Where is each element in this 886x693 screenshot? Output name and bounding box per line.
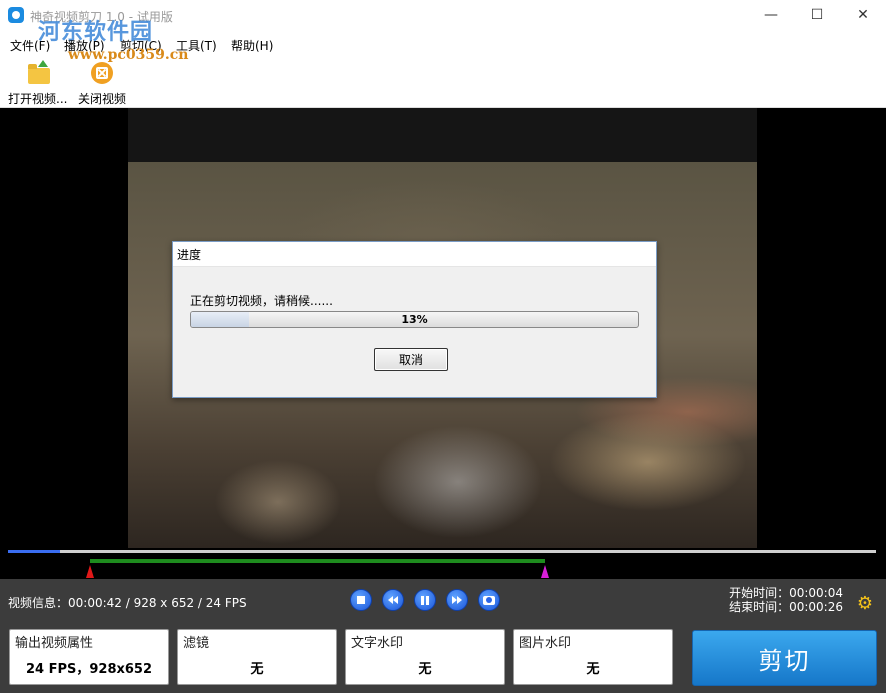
close-video-button[interactable]: 关闭视频	[78, 62, 126, 107]
open-video-label: 打开视频...	[8, 92, 68, 106]
pause-button[interactable]	[414, 589, 436, 611]
timeline[interactable]	[0, 548, 886, 579]
text-watermark-panel[interactable]: 文字水印 无	[345, 629, 505, 685]
stop-icon	[357, 596, 365, 604]
progress-dialog: 进度 正在剪切视频，请稍候...... 13% 取消	[172, 241, 657, 398]
rewind-button[interactable]	[382, 589, 404, 611]
cut-range-bar	[89, 559, 546, 563]
close-video-label: 关闭视频	[78, 92, 127, 106]
open-video-button[interactable]: 打开视频...	[8, 60, 68, 107]
output-properties-panel[interactable]: 输出视频属性 24 FPS，928x652	[9, 629, 169, 685]
fast-forward-icon	[452, 596, 462, 604]
image-watermark-panel[interactable]: 图片水印 无	[513, 629, 673, 685]
progress-bar: 13%	[190, 311, 639, 328]
start-time-label: 开始时间：	[729, 586, 790, 600]
close-button[interactable]: ✕	[840, 0, 886, 30]
panel-value: 无	[586, 662, 600, 677]
end-marker-handle[interactable]	[541, 565, 550, 578]
start-marker-handle[interactable]	[85, 565, 94, 578]
dialog-message: 正在剪切视频，请稍候......	[190, 294, 333, 308]
progress-label: 13%	[401, 313, 428, 326]
gear-icon[interactable]: ⚙	[856, 595, 874, 613]
cut-button[interactable]: 剪切	[692, 630, 877, 686]
maximize-button[interactable]: ☐	[794, 0, 840, 30]
dialog-title: 进度	[173, 242, 656, 267]
panel-title: 文字水印	[351, 636, 404, 651]
watermark-url: www.pc0359.cn	[68, 47, 189, 63]
menu-file[interactable]: 文件(F)	[10, 37, 50, 54]
camera-icon	[483, 595, 495, 605]
rewind-icon	[388, 596, 398, 604]
cancel-button[interactable]: 取消	[374, 348, 448, 371]
title-bar: 神奇视频剪刀 1.0 - 试用版 河东软件园 — ☐ ✕	[0, 0, 886, 45]
fast-forward-button[interactable]	[446, 589, 468, 611]
panel-value: 无	[250, 662, 264, 677]
filter-panel[interactable]: 滤镜 无	[177, 629, 337, 685]
menu-help[interactable]: 帮助(H)	[231, 37, 273, 54]
control-bar: 视频信息：00:00:42 / 928 x 652 / 24 FPS 开始时间：…	[0, 579, 886, 693]
panel-title: 滤镜	[183, 636, 210, 651]
scrub-played	[8, 550, 61, 553]
snapshot-button[interactable]	[478, 589, 500, 611]
panel-title: 输出视频属性	[15, 636, 94, 651]
panel-title: 图片水印	[519, 636, 572, 651]
panel-value: 24 FPS，928x652	[25, 662, 153, 677]
time-info: 开始时间：00:00:04 结束时间：00:00:26	[729, 586, 843, 614]
end-time-label: 结束时间：	[729, 600, 790, 614]
stop-button[interactable]	[350, 589, 372, 611]
minimize-button[interactable]: —	[748, 0, 794, 30]
start-time-value: 00:00:04	[789, 586, 843, 600]
video-info: 视频信息：00:00:42 / 928 x 652 / 24 FPS	[8, 596, 247, 610]
scrub-track[interactable]	[8, 550, 876, 553]
close-video-icon	[89, 62, 115, 86]
open-folder-icon	[25, 60, 51, 86]
app-icon	[8, 7, 24, 23]
toolbar: 打开视频... 关闭视频	[0, 56, 886, 108]
panel-value: 无	[418, 662, 432, 677]
pause-icon	[421, 595, 429, 605]
end-time-value: 00:00:26	[789, 600, 843, 614]
